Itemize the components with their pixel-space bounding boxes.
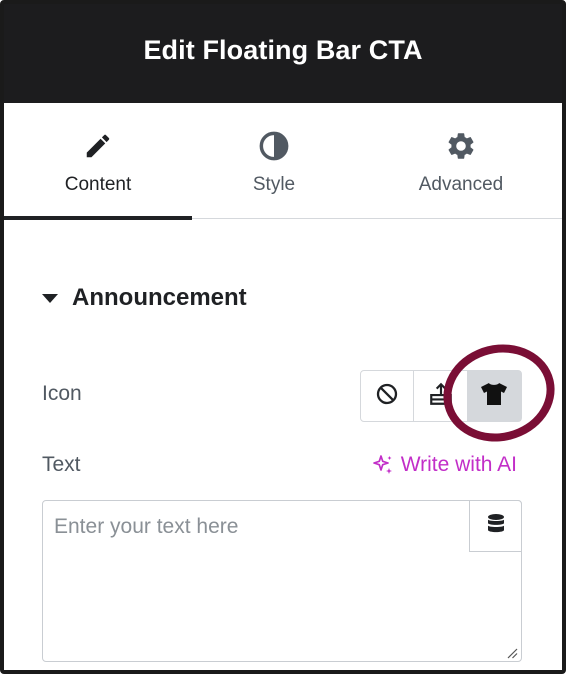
ban-icon xyxy=(375,382,399,411)
tab-bar: Content Style Advanced xyxy=(4,103,562,220)
icon-field-label: Icon xyxy=(42,382,82,405)
panel-header: Edit Floating Bar CTA xyxy=(4,4,562,103)
tshirt-icon xyxy=(480,381,508,412)
write-with-ai-label: Write with AI xyxy=(400,453,517,476)
editor-panel: Edit Floating Bar CTA Content Style Adva… xyxy=(0,0,566,674)
upload-icon xyxy=(428,381,454,412)
tab-advanced[interactable]: Advanced xyxy=(356,103,562,219)
half-circle-icon xyxy=(257,129,291,163)
sparkle-icon xyxy=(371,453,395,477)
icon-option-library[interactable] xyxy=(467,371,522,421)
icon-option-none[interactable] xyxy=(361,371,415,421)
text-input[interactable] xyxy=(43,501,521,661)
tab-content-label: Content xyxy=(64,174,132,195)
section-announcement-toggle[interactable]: Announcement xyxy=(42,284,247,312)
section-title: Announcement xyxy=(72,284,247,311)
gear-icon xyxy=(444,129,478,163)
dynamic-tags-button[interactable] xyxy=(469,500,522,552)
resize-handle-icon[interactable] xyxy=(506,646,518,659)
panel-title: Edit Floating Bar CTA xyxy=(143,35,423,65)
database-icon xyxy=(486,513,506,540)
tab-content[interactable]: Content xyxy=(4,103,192,220)
text-field-label: Text xyxy=(42,453,81,476)
text-field-wrapper xyxy=(42,500,522,662)
pencil-icon xyxy=(81,129,115,163)
tab-style-label: Style xyxy=(252,174,296,195)
write-with-ai-button[interactable]: Write with AI xyxy=(371,453,517,477)
icon-option-upload[interactable] xyxy=(414,371,468,421)
caret-down-icon xyxy=(42,293,58,303)
icon-choose-control xyxy=(360,370,522,422)
tab-advanced-label: Advanced xyxy=(418,174,504,195)
tab-style[interactable]: Style xyxy=(192,103,356,219)
